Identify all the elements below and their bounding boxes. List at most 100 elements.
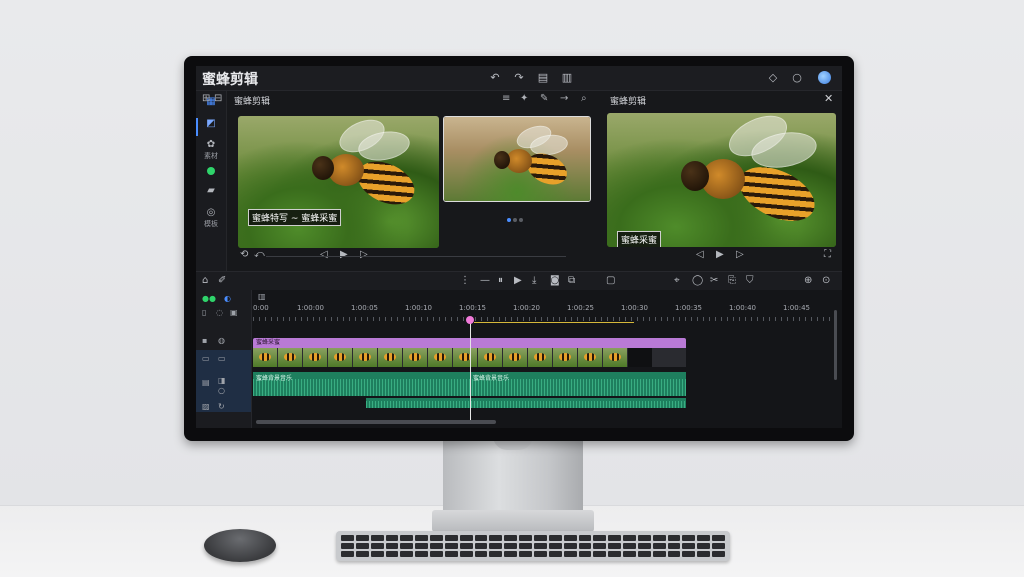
video-thumbnail [478, 348, 502, 367]
time-ruler[interactable]: 0:00 1:00:00 1:00:05 1:00:10 1:00:15 1:0… [253, 304, 833, 318]
camera-track-icon[interactable]: ▣ [230, 308, 238, 317]
track-visibility-icon[interactable]: ▭ [202, 354, 210, 363]
source-caption: 蜜蜂特写 ~ 蜜蜂采蜜 [248, 209, 342, 226]
chat-icon[interactable]: ○ [790, 71, 804, 85]
audio-track-icon[interactable]: ▤ [202, 378, 210, 387]
rail-item-materials[interactable]: ✿ 素材 [199, 139, 223, 161]
list-icon[interactable]: ≡ [502, 93, 510, 104]
clip-thumbnail-preview[interactable] [443, 116, 591, 202]
arrow-right-icon[interactable]: → [560, 93, 568, 104]
bee-program-image [607, 113, 836, 247]
export-icon[interactable]: ▤ [536, 71, 550, 85]
source-preview[interactable]: 蜜蜂特写 ~ 蜜蜂采蜜 [238, 116, 439, 248]
mark-icon[interactable]: ⤺ [254, 249, 265, 260]
rail-item-label: 模板 [204, 220, 218, 228]
flower-icon: ✿ [206, 139, 216, 150]
video-thumbnail [528, 348, 552, 367]
image-track-icon[interactable]: ▨ [202, 402, 210, 411]
horizontal-scrollbar[interactable] [256, 420, 496, 424]
track-lock-icon[interactable]: ▭ [218, 354, 226, 363]
notification-icon[interactable]: ◇ [766, 71, 780, 85]
settings-icon[interactable]: ⊙ [822, 275, 830, 286]
avatar[interactable] [818, 71, 831, 84]
refresh-icon[interactable]: ↻ [218, 402, 225, 411]
tick-label: 1:00:05 [351, 304, 378, 312]
playhead[interactable] [470, 320, 471, 420]
tick-label: 1:00:10 [405, 304, 432, 312]
program-prev-icon[interactable]: ◁ [696, 249, 704, 260]
timeline-play-button[interactable]: ▶ [514, 275, 522, 286]
add-icon[interactable]: ⊕ [804, 275, 812, 286]
home-icon[interactable]: ⌂ [202, 275, 208, 286]
record-icon[interactable]: ◐ [224, 294, 231, 303]
program-caption: 蜜蜂采蜜 [617, 231, 662, 247]
tick-label: 1:00:20 [513, 304, 540, 312]
close-icon[interactable]: ✕ [824, 92, 833, 105]
camera-icon[interactable]: ◙ [550, 275, 560, 286]
track-layout-icon[interactable]: ▥ [258, 292, 266, 301]
share-icon[interactable]: ▥ [560, 71, 574, 85]
grid-view-icon[interactable]: ⊞ [202, 93, 210, 104]
square-icon[interactable]: ▢ [606, 275, 615, 286]
library-icon: ◩ [206, 118, 216, 129]
undo-icon[interactable]: ↶ [488, 71, 502, 85]
mute-icon[interactable]: ◍ [218, 336, 225, 345]
work-area-range[interactable] [474, 322, 634, 323]
video-track-icon[interactable]: ▪ [202, 336, 207, 345]
program-play-button[interactable]: ▶ [716, 249, 724, 260]
audio-solo-icon[interactable]: ○ [218, 386, 225, 395]
copy-icon[interactable]: ⎘ [728, 275, 736, 286]
audio-clip-label: 蜜蜂背景音乐 [256, 375, 293, 382]
rail-item-status[interactable] [199, 167, 223, 177]
next-frame-button[interactable]: ▷ [360, 249, 368, 260]
audio-clip-b[interactable] [366, 398, 686, 408]
link-icon[interactable]: ⧉ [568, 275, 575, 286]
circle-icon[interactable]: ◯ [692, 275, 703, 286]
crop-icon[interactable]: ⌖ [674, 275, 680, 286]
video-thumbnail [353, 348, 377, 367]
shield-icon[interactable]: ⛉ [746, 275, 754, 286]
prev-frame-button[interactable]: ◁ [320, 249, 328, 260]
vertical-scrollbar[interactable] [834, 310, 837, 380]
download-icon[interactable]: ⤓ [532, 275, 536, 286]
program-next-icon[interactable]: ▷ [736, 249, 744, 260]
redo-icon[interactable]: ↷ [512, 71, 526, 85]
eye-icon[interactable]: ◌ [216, 308, 223, 317]
monitor-stand-base [432, 510, 594, 532]
timeline: ●● ◐ ▯ ◌ ▣ ▪ ◍ ▭ ▭ ▤ ◨ ○ ▨ ↻ ▥ 0:00 1:00… [196, 290, 842, 428]
tick-label: 1:00:25 [567, 304, 594, 312]
source-scrub-bar[interactable] [266, 256, 566, 257]
keyboard [336, 531, 730, 561]
list-view-icon[interactable]: ⊟ [214, 93, 222, 104]
video-thumbnail [453, 348, 477, 367]
tick-label: 1:00:15 [459, 304, 486, 312]
rail-item-library[interactable]: ◩ [199, 118, 223, 130]
editor-screen: 蜜蜂剪辑 ↶ ↷ ▤ ▥ ◇ ○ ▦ ◩ ✿ 素材 ▰ ◎ 模板 ⊞ ⊟ 蜜蜂剪… [196, 66, 842, 428]
pause-icon[interactable]: ⏸ [498, 275, 503, 286]
rail-item-folder[interactable]: ▰ [199, 185, 223, 197]
search-icon[interactable]: ⌕ [581, 93, 587, 104]
video-thumbnail [378, 348, 402, 367]
audio-mute-icon[interactable]: ◨ [218, 376, 226, 385]
video-thumbnail [503, 348, 527, 367]
tick-label: 0:00 [253, 304, 269, 312]
edit-icon[interactable]: ✎ [540, 93, 548, 104]
fullscreen-icon[interactable]: ⛶ [824, 249, 831, 260]
video-thumbnail [628, 348, 652, 367]
minus-icon[interactable]: — [480, 275, 490, 286]
rail-item-templates[interactable]: ◎ 模板 [199, 207, 223, 229]
carousel-dots[interactable] [506, 207, 524, 226]
pen-icon[interactable]: ✐ [218, 275, 226, 286]
program-preview[interactable]: 蜜蜂采蜜 [607, 113, 836, 247]
cut-icon[interactable]: ✂ [710, 275, 718, 286]
mouse [204, 529, 276, 562]
video-thumbnail [303, 348, 327, 367]
lock-icon[interactable]: ▯ [202, 308, 206, 317]
loop-icon[interactable]: ⟲ [240, 249, 248, 260]
tick-label: 1:00:00 [297, 304, 324, 312]
source-play-button[interactable]: ▶ [340, 249, 348, 260]
split-icon[interactable]: ⋮ [460, 275, 470, 286]
rail-active-indicator [196, 118, 198, 136]
sparkle-icon[interactable]: ✦ [520, 93, 528, 104]
playhead-handle[interactable] [466, 316, 474, 324]
